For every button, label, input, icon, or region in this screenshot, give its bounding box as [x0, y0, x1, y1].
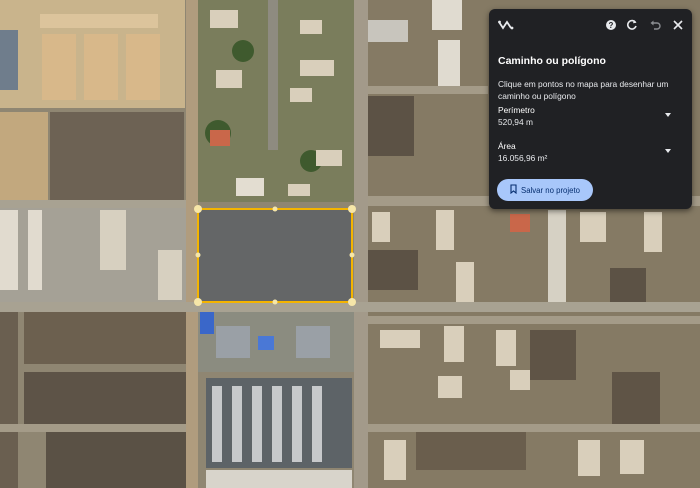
close-icon[interactable]: [672, 18, 684, 34]
polygon-midpoint[interactable]: [349, 252, 355, 258]
undo-icon[interactable]: [649, 18, 661, 34]
polygon-vertex[interactable]: [194, 205, 202, 213]
perimeter-units-chevron-down-icon[interactable]: [665, 113, 671, 117]
polygon-midpoint[interactable]: [272, 206, 278, 212]
help-icon[interactable]: ?: [605, 18, 617, 34]
polygon-midpoint[interactable]: [272, 299, 278, 305]
save-button-label: Salvar no projeto: [521, 185, 580, 195]
perimeter-label: Perímetro: [498, 105, 535, 115]
svg-text:?: ?: [609, 21, 614, 30]
perimeter-value: 520,94 m: [498, 117, 533, 127]
panel-instruction: Clique em pontos no mapa para desenhar u…: [498, 79, 669, 101]
polygon-vertex[interactable]: [348, 298, 356, 306]
polygon-outline[interactable]: [197, 208, 353, 303]
polygon-midpoint[interactable]: [195, 252, 201, 258]
area-label: Área: [498, 141, 516, 151]
polygon-vertex[interactable]: [348, 205, 356, 213]
area-units-chevron-down-icon[interactable]: [665, 149, 671, 153]
path-logo-icon: [498, 18, 514, 34]
save-to-project-button[interactable]: Salvar no projeto: [497, 179, 593, 201]
measure-panel: ? Caminho ou polígono Clique em pontos n…: [489, 9, 692, 209]
polygon-vertex[interactable]: [194, 298, 202, 306]
refresh-icon[interactable]: [626, 18, 638, 34]
area-value: 16.056,96 m²: [498, 153, 548, 163]
bookmark-icon: [510, 184, 517, 196]
panel-title: Caminho ou polígono: [498, 55, 606, 67]
